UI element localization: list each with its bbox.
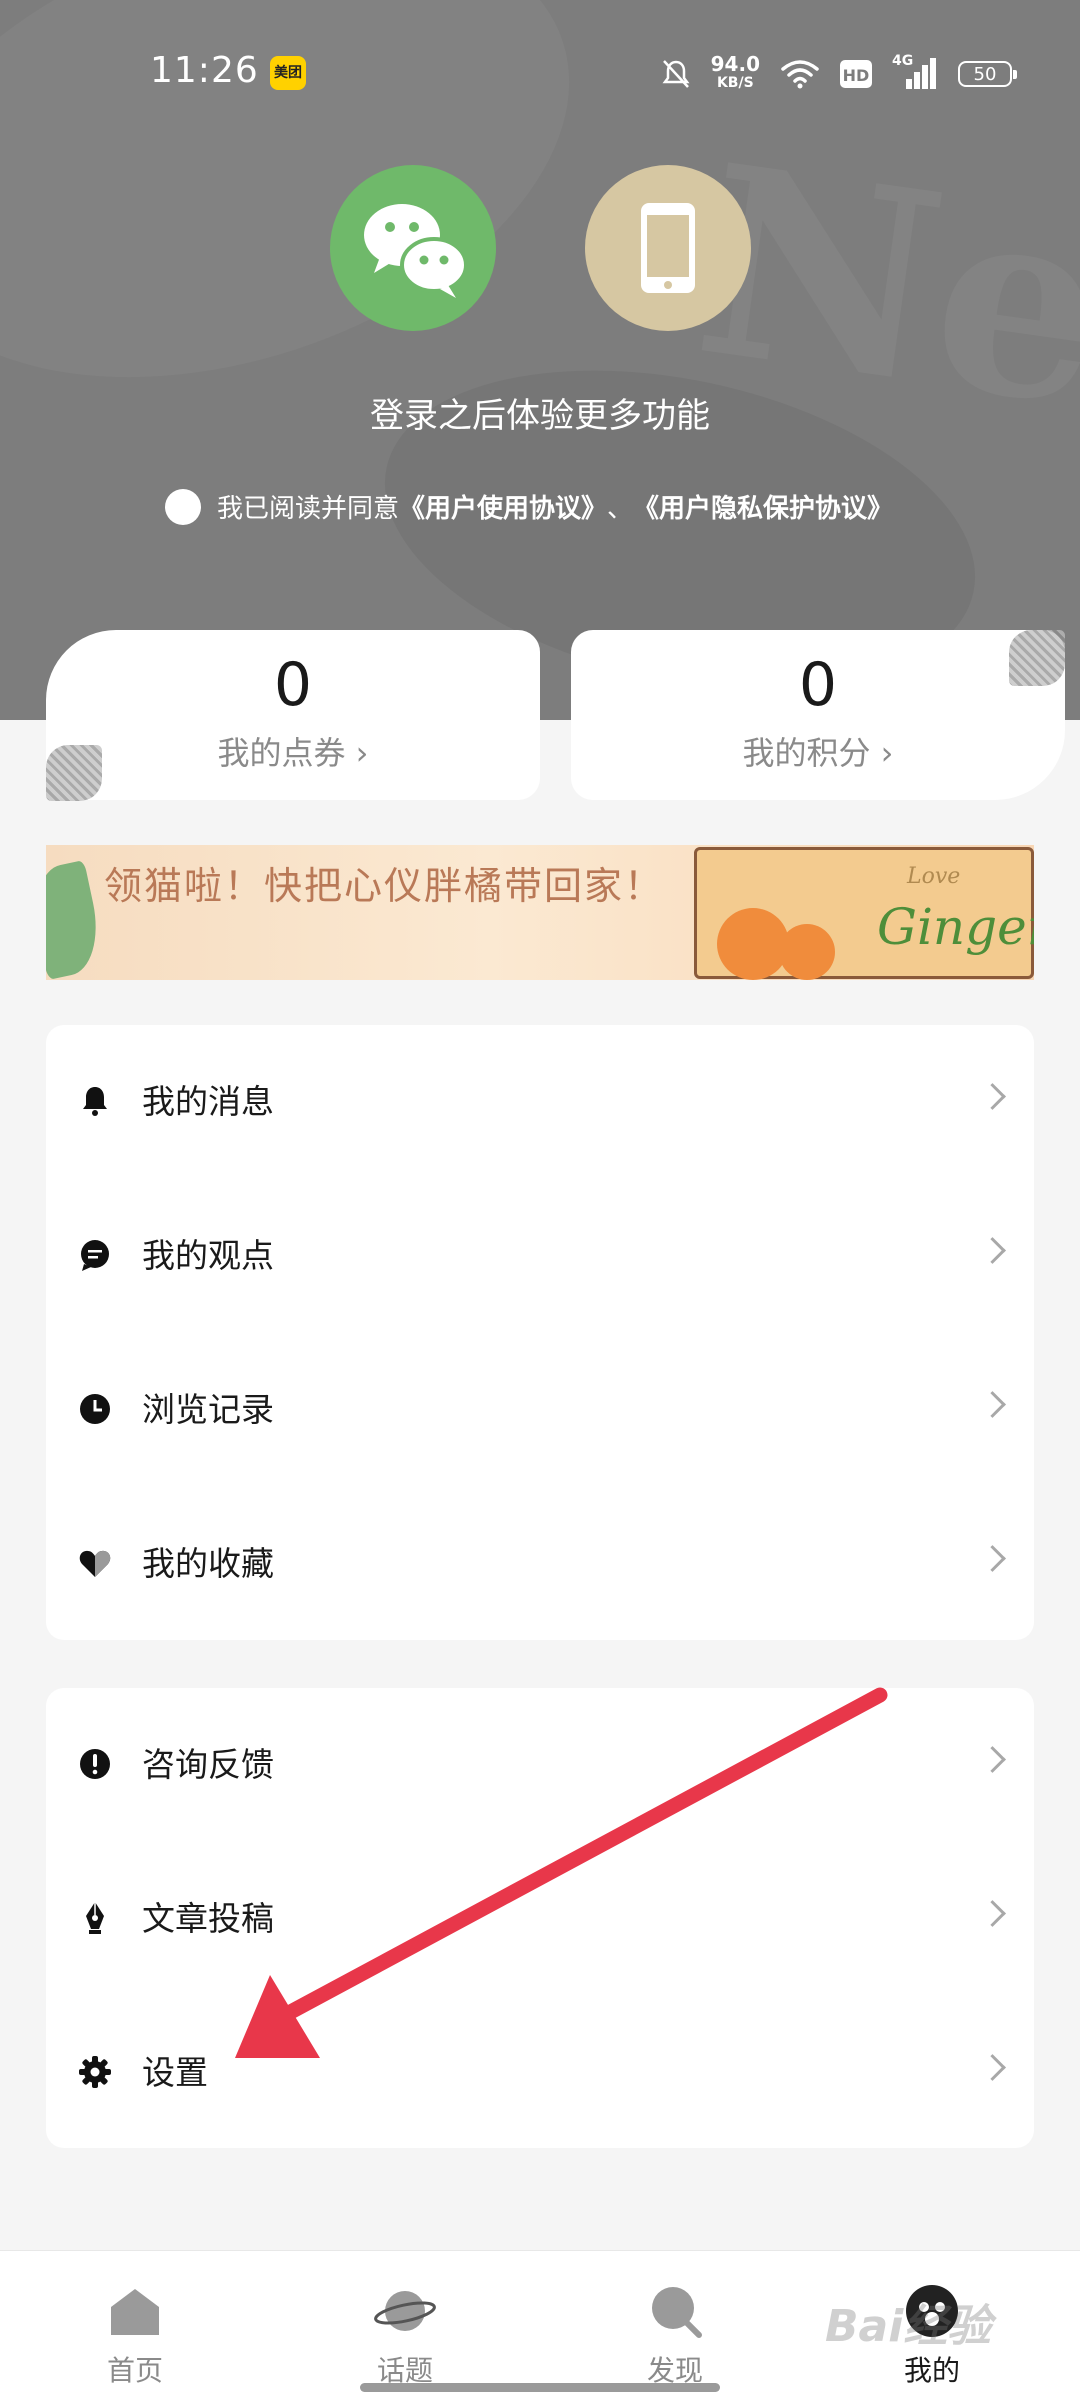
chevron-right-icon bbox=[979, 1545, 1006, 1572]
wechat-login-button[interactable] bbox=[330, 165, 496, 331]
banner-brand: Ginger bbox=[877, 898, 1034, 956]
signal-icon: 4G bbox=[892, 53, 938, 91]
points-count: 0 bbox=[798, 650, 838, 720]
menu-item-settings[interactable]: 设置 bbox=[46, 1996, 1034, 2150]
heart-icon bbox=[79, 1550, 111, 1577]
network-speed-unit: KB/S bbox=[716, 75, 754, 91]
privacy-agreement-link[interactable]: 《用户隐私保护协议》 bbox=[633, 488, 893, 525]
clock-icon bbox=[80, 1394, 110, 1424]
user-agreement-link[interactable]: 《用户使用协议》 bbox=[399, 488, 607, 525]
bell-icon bbox=[83, 1087, 107, 1116]
menu-item-history[interactable]: 浏览记录 bbox=[46, 1333, 1034, 1487]
agreement-separator: 、 bbox=[607, 494, 634, 524]
menu-item-feedback[interactable]: 咨询反馈 bbox=[46, 1688, 1034, 1842]
chevron-right-icon bbox=[979, 1083, 1006, 1110]
leaf-decoration bbox=[46, 745, 102, 801]
chevron-right-icon bbox=[979, 1237, 1006, 1264]
agreement-checkbox[interactable] bbox=[165, 488, 201, 525]
exclamation-icon bbox=[80, 1749, 110, 1779]
profile-header: New 11:26 美团 94.0 KB/S HD 4G 50 登录之后体验更多… bbox=[0, 0, 1080, 720]
chevron-right-icon bbox=[979, 1391, 1006, 1418]
banner-brand-small: Love bbox=[907, 864, 961, 889]
menu-label: 设置 bbox=[142, 2053, 208, 2092]
wechat-icon bbox=[364, 204, 468, 298]
menu-label: 文章投稿 bbox=[142, 1899, 274, 1938]
phone-login-button[interactable] bbox=[585, 165, 751, 331]
comment-icon bbox=[81, 1240, 109, 1271]
status-icons: 94.0 KB/S HD 4G 50 bbox=[661, 52, 1017, 96]
menu-group-primary: 我的消息 我的观点 浏览记录 我的收藏 bbox=[46, 1025, 1034, 1640]
meituan-notification-icon: 美团 bbox=[270, 56, 306, 90]
promo-banner[interactable]: 领猫啦！快把心仪胖橘带回家！ Love Ginger bbox=[46, 845, 1034, 980]
network-speed: 94.0 KB/S bbox=[710, 52, 760, 93]
menu-item-opinions[interactable]: 我的观点 bbox=[46, 1179, 1034, 1333]
coupons-label: 我的点券 › bbox=[217, 734, 369, 772]
planet-icon bbox=[374, 2291, 436, 2331]
chevron-right-icon bbox=[979, 2054, 1006, 2081]
chevron-right-icon bbox=[979, 1900, 1006, 1927]
agreement-row: 我已阅读并同意 《用户使用协议》 、 《用户隐私保护协议》 bbox=[165, 488, 893, 525]
hd-icon: HD bbox=[840, 60, 872, 88]
points-label: 我的积分 › bbox=[742, 734, 894, 772]
tab-discover[interactable]: 发现 bbox=[585, 2251, 765, 2401]
home-indicator[interactable] bbox=[360, 2383, 720, 2392]
leaf-decoration bbox=[46, 859, 107, 980]
agreement-prefix: 我已阅读并同意 bbox=[217, 494, 400, 524]
coupons-card[interactable]: 0 我的点券 › bbox=[46, 630, 540, 801]
home-icon bbox=[111, 2289, 159, 2335]
phone-icon bbox=[641, 203, 695, 293]
menu-group-secondary: 咨询反馈 文章投稿 设置 bbox=[46, 1688, 1034, 2148]
tab-label: 我的 bbox=[903, 2354, 960, 2387]
wifi-icon bbox=[781, 60, 819, 89]
menu-label: 我的收藏 bbox=[142, 1544, 274, 1583]
orange-illustration bbox=[717, 908, 789, 980]
coupons-count: 0 bbox=[273, 650, 313, 720]
login-prompt: 登录之后体验更多功能 bbox=[370, 396, 710, 436]
tab-label: 首页 bbox=[106, 2354, 163, 2387]
points-card[interactable]: 0 我的积分 › bbox=[571, 630, 1065, 800]
tab-topics[interactable]: 话题 bbox=[315, 2251, 495, 2401]
leaf-decoration bbox=[1009, 630, 1065, 686]
network-speed-value: 94.0 bbox=[710, 52, 760, 76]
battery-icon: 50 bbox=[958, 61, 1017, 87]
menu-label: 我的消息 bbox=[142, 1082, 274, 1121]
menu-label: 咨询反馈 bbox=[142, 1745, 274, 1784]
pen-nib-icon bbox=[86, 1902, 104, 1934]
tab-home[interactable]: 首页 bbox=[45, 2251, 225, 2401]
menu-item-submit-article[interactable]: 文章投稿 bbox=[46, 1842, 1034, 1996]
mute-bell-icon bbox=[662, 60, 690, 88]
menu-item-favorites[interactable]: 我的收藏 bbox=[46, 1487, 1034, 1641]
banner-box-illustration: Love Ginger bbox=[694, 847, 1034, 980]
gear-icon bbox=[79, 2056, 111, 2088]
banner-text: 领猫啦！快把心仪胖橘带回家！ bbox=[104, 864, 665, 908]
menu-item-messages[interactable]: 我的消息 bbox=[46, 1025, 1034, 1179]
menu-label: 我的观点 bbox=[142, 1236, 274, 1275]
chevron-right-icon bbox=[979, 1746, 1006, 1773]
status-time: 11:26 bbox=[150, 50, 259, 91]
orange-illustration bbox=[779, 924, 835, 980]
status-bar: 11:26 美团 94.0 KB/S HD 4G 50 bbox=[0, 0, 1080, 140]
baidu-jingyan-watermark: Bai经验 bbox=[825, 2301, 992, 2352]
search-icon bbox=[652, 2287, 702, 2338]
menu-label: 浏览记录 bbox=[142, 1390, 274, 1429]
